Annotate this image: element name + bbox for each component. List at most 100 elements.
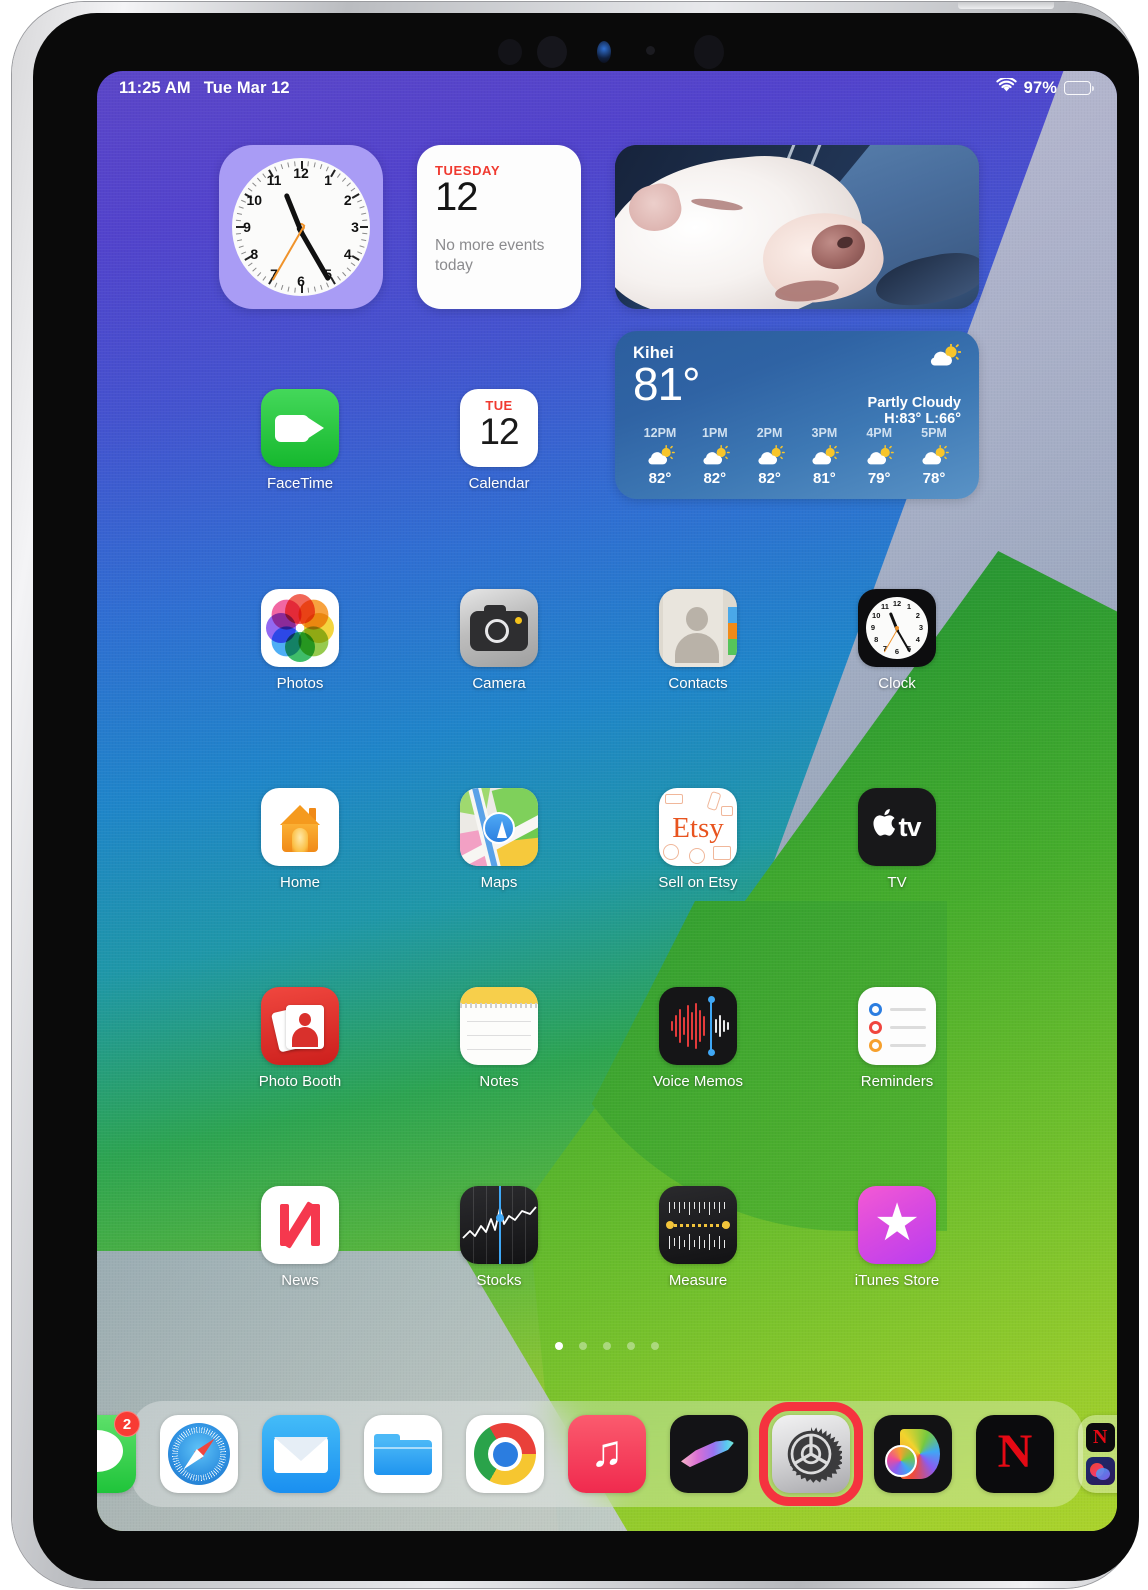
front-camera-sensor-cluster bbox=[498, 31, 724, 71]
waveform-bar bbox=[671, 1021, 673, 1031]
app-label: Photo Booth bbox=[258, 1073, 342, 1090]
reminders-dot-orange bbox=[869, 1039, 882, 1052]
app-itunes-store[interactable]: ★ iTunes Store bbox=[839, 1186, 955, 1289]
files-icon bbox=[364, 1415, 442, 1493]
clock-icon-face: 111098765432112 bbox=[866, 597, 928, 659]
ruler-tick bbox=[689, 1202, 691, 1215]
notes-line bbox=[467, 1021, 531, 1023]
dock-item-color-app[interactable] bbox=[874, 1415, 952, 1493]
app-facetime[interactable]: FaceTime bbox=[242, 389, 358, 492]
notes-line bbox=[467, 1049, 531, 1051]
contacts-tab bbox=[728, 623, 737, 639]
clock-icon: 111098765432112 bbox=[858, 589, 936, 667]
dock-item-procreate[interactable] bbox=[670, 1415, 748, 1493]
mail-icon bbox=[262, 1415, 340, 1493]
chrome-inner-blue bbox=[492, 1441, 518, 1467]
app-photos[interactable]: Photos bbox=[242, 589, 358, 692]
ruler-tick bbox=[684, 1240, 686, 1247]
app-calendar[interactable]: TUE 12 Calendar bbox=[441, 389, 557, 492]
app-camera[interactable]: Camera bbox=[441, 589, 557, 692]
app-measure[interactable]: Measure bbox=[640, 1186, 756, 1289]
color-app-sphere bbox=[885, 1445, 917, 1477]
app-voice-memos[interactable]: Voice Memos bbox=[640, 987, 756, 1090]
app-home[interactable]: Home bbox=[242, 788, 358, 891]
app-label: Home bbox=[279, 874, 320, 891]
dock-item-messages[interactable]: 2 bbox=[97, 1411, 140, 1493]
dock: 2 ♫ N N bbox=[97, 1401, 1117, 1507]
notes-line bbox=[467, 1035, 531, 1037]
app-label: iTunes Store bbox=[854, 1272, 940, 1289]
page-dot-2[interactable] bbox=[579, 1342, 587, 1350]
app-notes[interactable]: Notes bbox=[441, 987, 557, 1090]
dock-item-folder[interactable]: N bbox=[1078, 1415, 1117, 1493]
clock-icon-numeral: 12 bbox=[892, 599, 902, 608]
ruler-tick bbox=[669, 1236, 671, 1249]
star-icon: ★ bbox=[873, 1194, 921, 1252]
app-news[interactable]: News bbox=[242, 1186, 358, 1289]
maps-navigation-arrow-icon bbox=[483, 812, 515, 844]
page-dot-1[interactable] bbox=[555, 1342, 563, 1350]
settings-gear-icon bbox=[772, 1415, 850, 1493]
page-dot-4[interactable] bbox=[627, 1342, 635, 1350]
ruler-tick bbox=[719, 1202, 721, 1213]
ruler-tick bbox=[709, 1234, 711, 1250]
notes-header-strip bbox=[460, 987, 538, 1004]
facetime-camera-body bbox=[275, 415, 309, 442]
contacts-tab bbox=[728, 639, 737, 655]
measure-endpoint bbox=[666, 1221, 674, 1229]
voice-memos-playhead-dot bbox=[707, 1049, 715, 1056]
ruler-tick bbox=[694, 1240, 696, 1247]
procreate-brush-swoosh bbox=[681, 1439, 737, 1468]
reminders-icon bbox=[858, 987, 936, 1065]
clock-icon-numeral: 2 bbox=[915, 611, 920, 620]
clock-icon-numeral: 6 bbox=[894, 647, 900, 656]
calendar-icon-date: 12 bbox=[479, 411, 519, 452]
app-label: Photos bbox=[276, 675, 324, 692]
photos-icon bbox=[261, 589, 339, 667]
app-label: Maps bbox=[480, 874, 518, 891]
color-circles-icon bbox=[874, 1415, 952, 1493]
reminders-line bbox=[890, 1044, 926, 1047]
dock-item-mail[interactable] bbox=[262, 1415, 340, 1493]
measure-dotted-line bbox=[668, 1224, 728, 1227]
home-door-glow bbox=[292, 828, 308, 852]
ruler-tick bbox=[674, 1202, 676, 1209]
maps-arrow bbox=[497, 821, 507, 838]
app-contacts[interactable]: Contacts bbox=[640, 589, 756, 692]
dock-item-settings[interactable] bbox=[759, 1402, 863, 1506]
procreate-icon bbox=[670, 1415, 748, 1493]
dock-item-music[interactable]: ♫ bbox=[568, 1415, 646, 1493]
news-n-logo bbox=[278, 1201, 322, 1249]
photo-booth-person-body bbox=[292, 1027, 318, 1047]
reminders-row bbox=[869, 1039, 926, 1052]
app-maps[interactable]: Maps bbox=[441, 788, 557, 891]
dock-item-files[interactable] bbox=[364, 1415, 442, 1493]
photo-booth-icon bbox=[261, 987, 339, 1065]
ruler-tick bbox=[724, 1202, 726, 1209]
app-label: FaceTime bbox=[266, 475, 334, 492]
app-photo-booth[interactable]: Photo Booth bbox=[242, 987, 358, 1090]
app-clock[interactable]: 111098765432112 Clock bbox=[839, 589, 955, 692]
app-stocks[interactable]: Stocks bbox=[441, 1186, 557, 1289]
photo-booth-person-head bbox=[299, 1013, 311, 1026]
dock-item-chrome[interactable] bbox=[466, 1415, 544, 1493]
itunes-store-icon: ★ bbox=[858, 1186, 936, 1264]
page-dot-5[interactable] bbox=[651, 1342, 659, 1350]
gear-icon bbox=[787, 1426, 842, 1483]
notes-icon bbox=[460, 987, 538, 1065]
page-indicator[interactable] bbox=[97, 1342, 1117, 1350]
app-reminders[interactable]: Reminders bbox=[839, 987, 955, 1090]
app-tv[interactable]: tv TV bbox=[839, 788, 955, 891]
ruler-tick bbox=[679, 1202, 681, 1213]
camera-lens bbox=[485, 619, 509, 643]
netflix-icon: N bbox=[976, 1415, 1054, 1493]
app-sell-on-etsy[interactable]: Etsy Sell on Etsy bbox=[640, 788, 756, 891]
dock-item-netflix[interactable]: N bbox=[976, 1415, 1054, 1493]
dock-item-safari[interactable] bbox=[160, 1415, 238, 1493]
page-dot-3[interactable] bbox=[603, 1342, 611, 1350]
volume-button[interactable] bbox=[958, 2, 1054, 9]
stocks-icon bbox=[460, 1186, 538, 1264]
ruler-tick bbox=[674, 1238, 676, 1246]
folder-mini-shortcuts bbox=[1086, 1456, 1115, 1485]
ipad-device-frame: 11:25 AM Tue Mar 12 97% 11 10 9 8 7 6 4 … bbox=[12, 2, 1139, 1588]
